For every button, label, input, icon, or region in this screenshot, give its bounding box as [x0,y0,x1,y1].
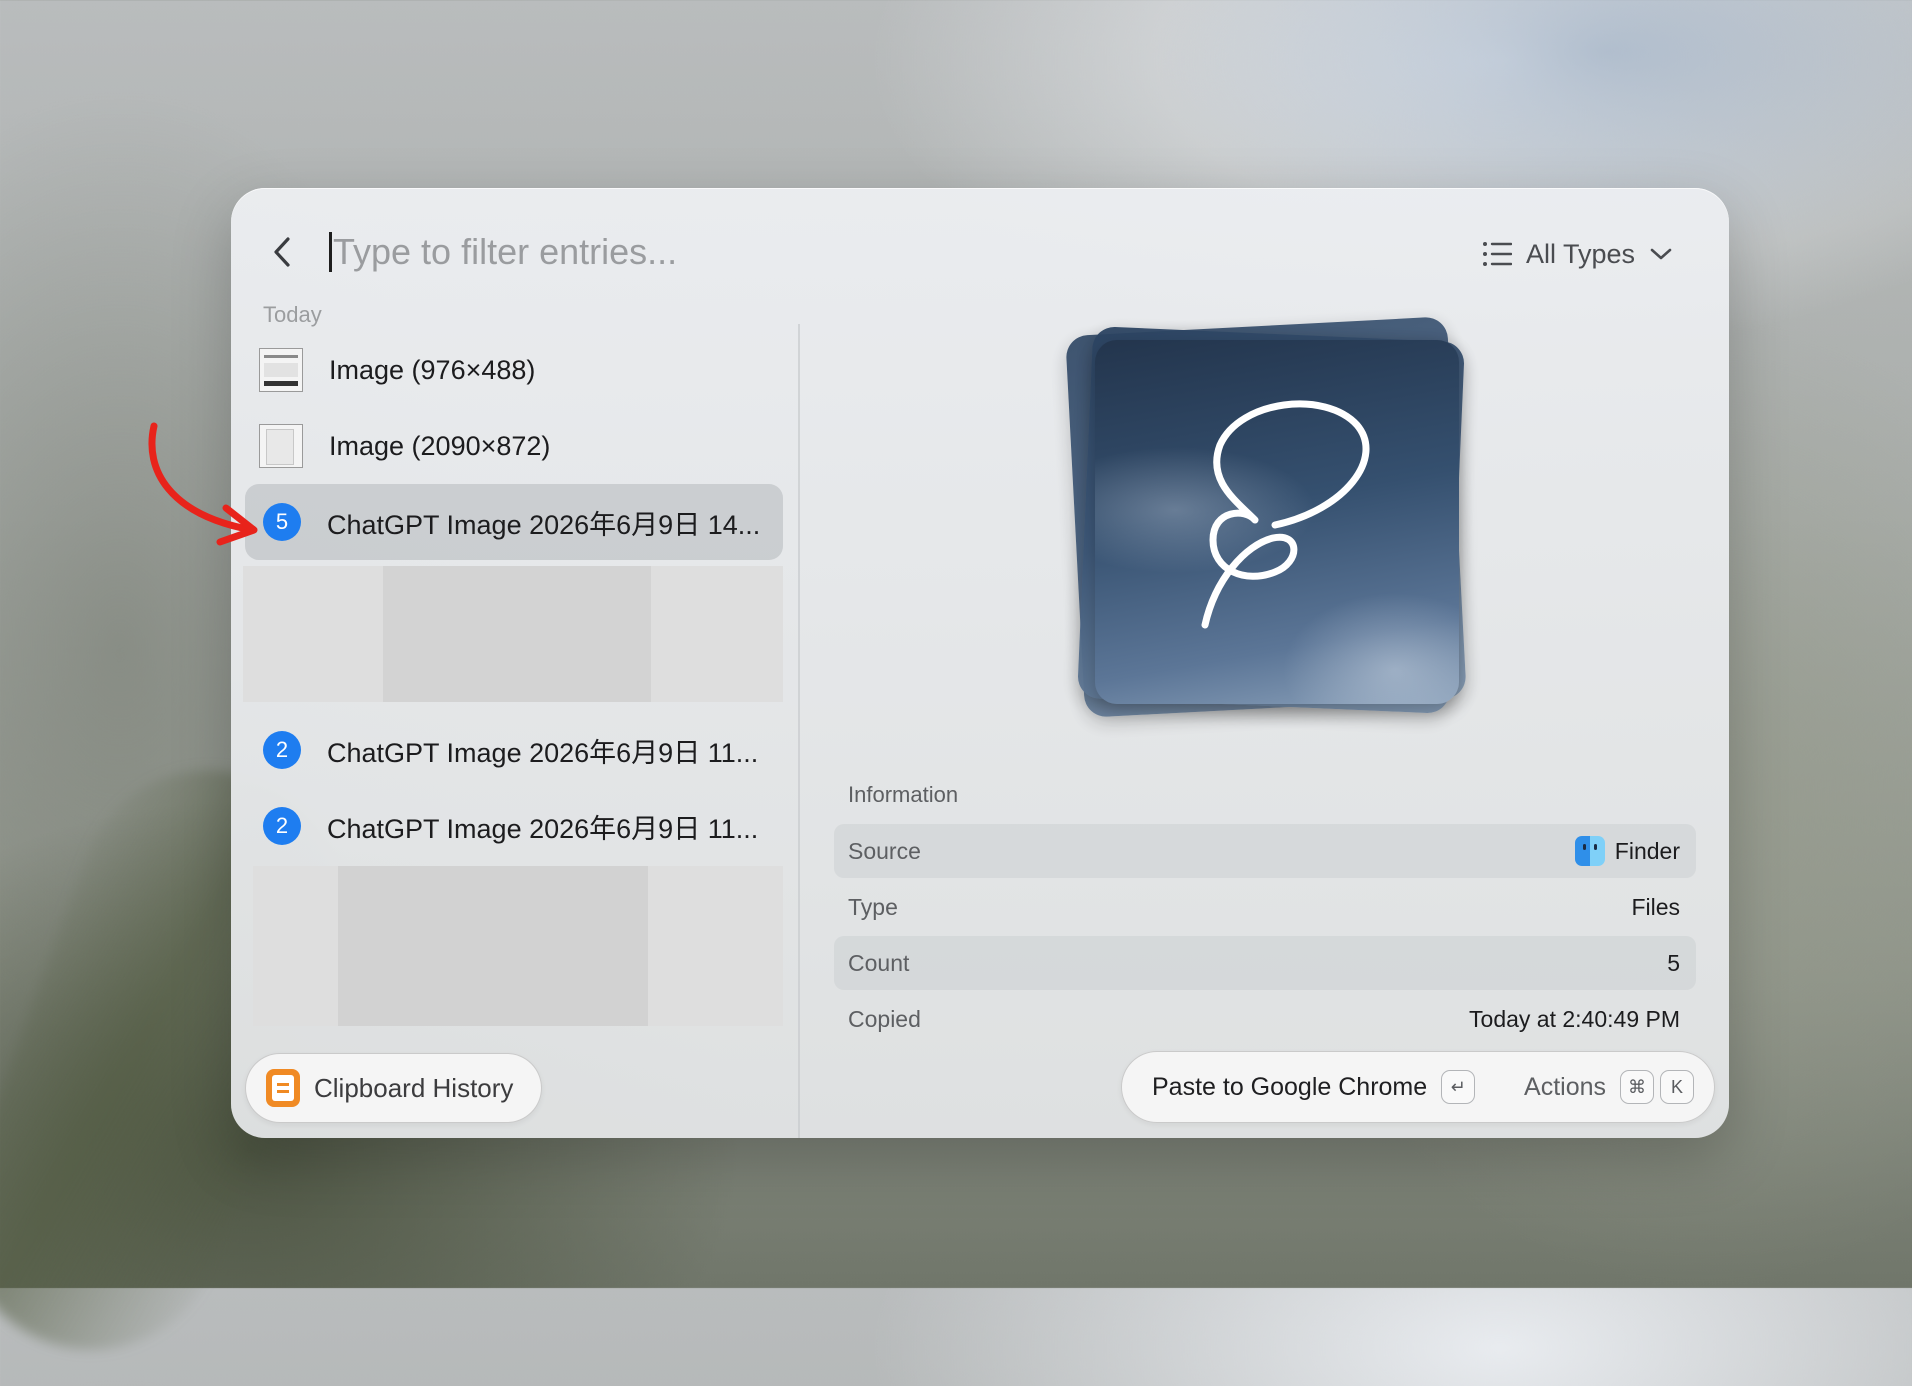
list-item[interactable]: Image (976×488) [245,332,783,408]
return-key-hint: ↵ [1441,1070,1476,1104]
redacted-block [338,866,648,1026]
info-row-copied: Copied Today at 2:40:49 PM [834,992,1696,1046]
list-item[interactable]: 2 ChatGPT Image 2026年6月9日 11... [245,712,783,788]
info-key: Count [848,949,910,976]
clipboard-history-window: All Types Today Image (976×488) Image (2… [231,188,1729,1138]
actions-button[interactable]: Actions ⌘ K [1524,1070,1694,1104]
list-item-label: ChatGPT Image 2026年6月9日 14... [327,509,761,540]
list-item[interactable]: Image (2090×872) [245,408,783,484]
info-key: Copied [848,1005,921,1032]
info-value: Files [1631,893,1680,920]
image-thumbnail [259,348,303,392]
signature-logo-icon [1201,400,1370,629]
list-item-label: Image (2090×872) [329,430,551,461]
info-value: 5 [1667,949,1680,976]
finder-icon [1574,836,1605,866]
chevron-down-icon [1650,248,1672,260]
info-row-type: Type Files [834,880,1696,934]
list-item-label: ChatGPT Image 2026年6月9日 11... [327,737,759,768]
info-key: Type [848,893,898,920]
source-app-name: Finder [1614,837,1680,864]
list-item-label: ChatGPT Image 2026年6月9日 11... [327,813,759,844]
search-field[interactable] [329,224,1029,280]
info-key: Source [848,837,921,864]
information-heading: Information [848,782,959,807]
clipboard-icon [266,1069,300,1107]
section-label-today: Today [263,302,322,327]
actions-button-label: Actions [1524,1072,1606,1101]
list-item-selected[interactable]: 5 ChatGPT Image 2026年6月9日 14... [245,484,783,560]
back-button[interactable] [261,230,305,274]
pane-divider [798,324,800,1138]
list-item[interactable]: 2 ChatGPT Image 2026年6月9日 11... [245,788,783,864]
stack-card-front [1095,340,1459,704]
info-value: Finder [1574,836,1680,866]
file-count-badge: 2 [263,731,301,769]
type-filter-label: All Types [1525,238,1635,269]
search-input[interactable] [329,224,1029,280]
info-row-source: Source Finder [834,824,1696,878]
file-count-badge: 2 [263,807,301,845]
command-key-hint: ⌘ [1620,1070,1654,1104]
text-caret [329,232,332,272]
clipboard-history-button[interactable]: Clipboard History [245,1053,543,1123]
chevron-left-icon [274,237,290,267]
files-preview-stack [1061,312,1481,732]
entry-list: Today Image (976×488) Image (2090×872) 5… [231,288,791,1138]
redacted-block [383,566,651,702]
action-bar: Paste to Google Chrome ↵ Actions ⌘ K [1121,1051,1715,1123]
k-key-hint: K [1660,1070,1694,1104]
paste-button[interactable]: Paste to Google Chrome ↵ [1152,1070,1476,1104]
paste-button-label: Paste to Google Chrome [1152,1072,1428,1101]
list-item-label: Image (976×488) [329,354,536,385]
list-icon [1482,242,1512,266]
info-row-count: Count 5 [834,936,1696,990]
image-thumbnail [259,424,303,468]
clipboard-history-label: Clipboard History [314,1072,514,1103]
type-filter-dropdown[interactable]: All Types [1482,234,1673,274]
file-count-badge: 5 [263,503,301,541]
shortcut-hint: ⌘ K [1620,1070,1694,1104]
info-value: Today at 2:40:49 PM [1469,1005,1680,1032]
